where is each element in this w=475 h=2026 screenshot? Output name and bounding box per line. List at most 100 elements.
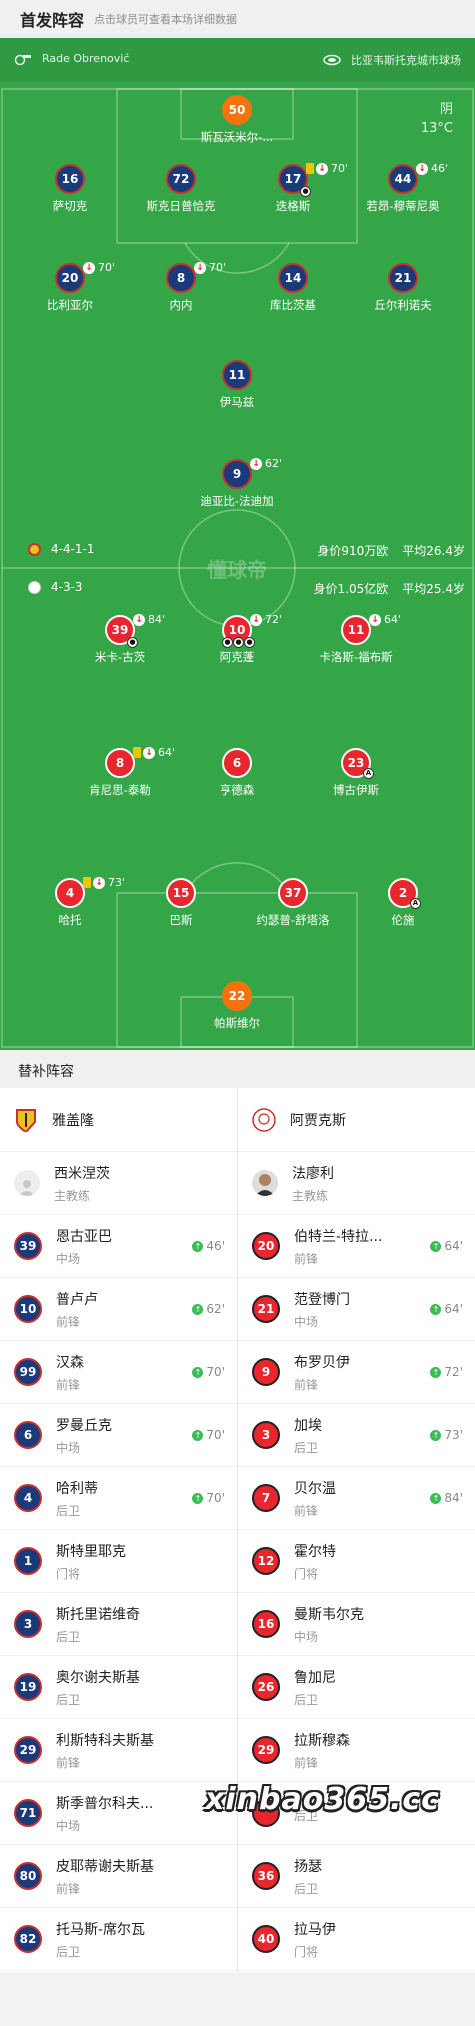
sub-in-arrow-icon: ↑ — [430, 1303, 442, 1315]
bench-player-row[interactable]: 16 曼斯韦尔克 中场 — [238, 1593, 475, 1656]
bench-player-row[interactable]: 3 斯托里诺维奇 后卫 — [0, 1593, 237, 1656]
bench-player-name: 鲁加尼 — [294, 1669, 336, 1686]
sub-off-indicator: ↓ 64' — [369, 613, 401, 626]
bench-player-row[interactable]: 26 鲁加尼 后卫 — [238, 1656, 475, 1719]
away-player[interactable]: 11 ↓ 64' 卡洛斯-福布斯 — [291, 613, 421, 665]
away-player[interactable]: 23 A 博古伊斯 — [291, 748, 421, 798]
away-player[interactable]: 39 ↓ 84' ● 米卡-古茨 — [55, 613, 185, 665]
bench-player-name: 伯特兰-特拉... — [294, 1228, 383, 1245]
away-player[interactable]: 6 亨德森 — [172, 748, 302, 798]
bench-player-position: 中场 — [294, 1629, 319, 1644]
away-formation: 4-3-3 — [51, 580, 83, 594]
player-name: 伊马兹 — [219, 395, 255, 409]
sub-out-arrow-icon: ↓ — [416, 162, 428, 175]
bench-player-name: 恩古亚巴 — [56, 1228, 112, 1245]
sub-off-indicator: ↓ 70' — [194, 261, 226, 274]
bench-player-row[interactable]: 80 皮耶蒂谢夫斯基 前锋 — [0, 1845, 237, 1908]
bench-player-row[interactable]: 3 加埃 后卫 ↑ 73' — [238, 1404, 475, 1467]
away-player[interactable]: 15 巴斯 — [116, 878, 246, 928]
jersey-number: 6 — [232, 756, 242, 770]
away-player[interactable]: 8 ↓ 64' 肯尼思-泰勒 — [55, 746, 185, 798]
sub-in-arrow-icon: ↑ — [192, 1366, 204, 1378]
bench-player-name: 扬瑟 — [294, 1858, 322, 1875]
bench-player-row[interactable]: 21 范登博门 中场 ↑ 64' — [238, 1278, 475, 1341]
sub-in-arrow-icon: ↑ — [430, 1366, 442, 1378]
away-bench-team[interactable]: 阿贾克斯 — [238, 1088, 475, 1152]
bench-player-position: 前锋 — [56, 1881, 81, 1896]
home-player[interactable]: 50 斯瓦沃米尔-... — [172, 95, 302, 145]
bench-player-row[interactable]: 7 贝尔温 前锋 ↑ 84' — [238, 1467, 475, 1530]
sub-off-minute: 72' — [265, 613, 283, 626]
bench-player-position: 前锋 — [294, 1377, 319, 1392]
away-player[interactable]: 10 ↓ 72' ● ● ● 阿克蓬 — [172, 613, 302, 665]
bench-player-row[interactable]: 12 霍尔特 门将 — [238, 1530, 475, 1593]
goal-ball-icon: ● — [127, 637, 138, 648]
lineup-header: 首发阵容 点击球员可查看本场详细数据 — [0, 0, 475, 38]
bench-player-row[interactable]: 99 汉森 前锋 ↑ 70' — [0, 1341, 237, 1404]
player-name: 斯瓦沃米尔-... — [200, 130, 274, 144]
bench-player-row[interactable]: 82 托马斯-席尔瓦 后卫 — [0, 1908, 237, 1971]
jersey-number: 9 — [232, 467, 242, 481]
home-player[interactable]: 8 ↓ 70' 内内 — [116, 261, 246, 313]
home-player[interactable]: 9 ↓ 62' 迪亚比-法迪加 — [172, 457, 302, 509]
weather: 阴 13°C — [421, 100, 453, 138]
home-player[interactable]: 44 ↓ 46' 若昂-穆蒂尼奥 — [338, 162, 468, 214]
bench-player-row[interactable]: 20 伯特兰-特拉... 前锋 ↑ 64' — [238, 1215, 475, 1278]
bench-player-row[interactable]: 36 扬瑟 后卫 — [238, 1845, 475, 1908]
home-avg-age: 平均26.4岁 — [402, 544, 465, 558]
bench-player-position: 门将 — [56, 1566, 81, 1581]
bench-player-position: 门将 — [294, 1566, 319, 1581]
home-player[interactable]: 21 丘尔利诺夫 — [338, 263, 468, 313]
bench-player-row[interactable]: 19 奥尔谢夫斯基 后卫 — [0, 1656, 237, 1719]
header-title: 首发阵容 — [20, 11, 85, 30]
jersey-number: 11 — [228, 368, 246, 382]
home-coach[interactable]: 西米涅茨 主教练 — [0, 1152, 237, 1215]
bench-player-row[interactable]: 40 拉马伊 门将 — [238, 1908, 475, 1971]
bench-player-name: 加埃 — [294, 1417, 322, 1434]
bench-player-row[interactable]: 6 罗曼丘克 中场 ↑ 70' — [0, 1404, 237, 1467]
player-name: 迪亚比-法迪加 — [200, 494, 274, 508]
sub-out-arrow-icon: ↓ — [369, 613, 381, 626]
bench-player-row[interactable]: 10 普卢卢 前锋 ↑ 62' — [0, 1278, 237, 1341]
home-coach-name: 西米涅茨 — [54, 1165, 110, 1182]
bench-player-position: 前锋 — [294, 1503, 319, 1518]
bench-player-row[interactable]: 71 斯季普尔科夫... 中场 — [0, 1782, 237, 1845]
sub-on-indicator: ↑ 70' — [192, 1491, 225, 1505]
sub-off-minute: 84' — [148, 613, 166, 626]
away-coach[interactable]: 法廖利 主教练 — [238, 1152, 475, 1215]
bench-player-row[interactable]: 29 拉斯穆森 前锋 — [238, 1719, 475, 1782]
bench-player-position: 前锋 — [56, 1314, 81, 1329]
home-player[interactable]: 11 伊马兹 — [172, 360, 302, 410]
away-value: 身价1.05亿欧 — [313, 582, 389, 596]
bench-player-row[interactable]: 9 布罗贝伊 前锋 ↑ 72' — [238, 1341, 475, 1404]
jersey-number-badge: 29 — [252, 1736, 280, 1764]
bench-player-position: 后卫 — [56, 1503, 81, 1518]
home-bench-team[interactable]: 雅盖隆 — [0, 1088, 237, 1152]
bench-player-row[interactable]: 4 哈利蒂 后卫 ↑ 70' — [0, 1467, 237, 1530]
bench-player-row[interactable]: 39 恩古亚巴 中场 ↑ 46' — [0, 1215, 237, 1278]
bench-player-name: 罗曼丘克 — [56, 1417, 112, 1434]
home-value: 身价910万欧 — [317, 544, 389, 558]
bench-player-row[interactable]: 1 斯特里耶克 门将 — [0, 1530, 237, 1593]
bench-player-position: 前锋 — [56, 1755, 81, 1770]
bench-player-row[interactable]: 29 利斯特科夫斯基 前锋 — [0, 1719, 237, 1782]
home-player[interactable]: 72 斯克日普恰克 — [116, 164, 246, 214]
jersey-number-badge: 23 A — [341, 748, 374, 779]
coach-avatar — [252, 1170, 278, 1196]
player-name: 若昂-穆蒂尼奥 — [366, 199, 440, 213]
jersey-number-badge: 3 — [14, 1610, 42, 1638]
home-bench-column: 雅盖隆 西米涅茨 主教练 39 恩古亚巴 中场 ↑ 46' 10 普卢卢 前锋 ↑ 62' 99 汉森前… — [0, 1088, 237, 1971]
jersey-number-badge: 10 ↓ 72' ● ● ● — [222, 613, 282, 648]
bench-player-info: 布罗贝伊 前锋 — [294, 1352, 350, 1393]
player-name: 博古伊斯 — [333, 783, 379, 797]
bench-header: 替补阵容 — [0, 1054, 475, 1088]
sub-on-indicator: ↑ 46' — [192, 1239, 225, 1253]
player-name: 卡洛斯-福布斯 — [319, 650, 393, 664]
jersey-number-badge: 99 — [14, 1358, 42, 1386]
sub-on-indicator: ↑ 84' — [430, 1491, 463, 1505]
away-player[interactable]: 22 帕斯维尔 — [172, 981, 302, 1031]
jersey-number-badge: 8 ↓ 70' — [166, 261, 226, 293]
yellow-card-icon — [133, 747, 141, 758]
away-player[interactable]: 2 A 伦施 — [338, 878, 468, 928]
bench-player-name: 哈利蒂 — [56, 1480, 98, 1497]
